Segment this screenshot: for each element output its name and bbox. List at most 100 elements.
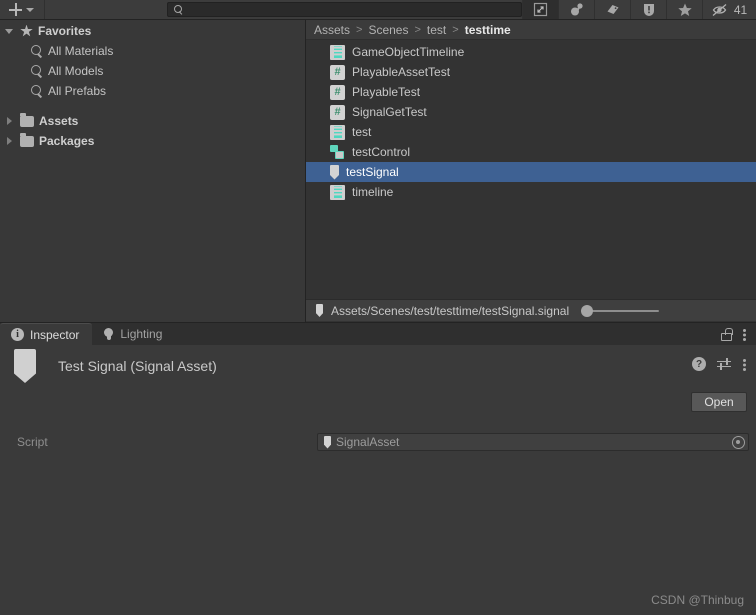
breadcrumb-item-testtime[interactable]: testtime <box>465 23 511 37</box>
twirl-closed-icon[interactable] <box>4 136 15 147</box>
list-item[interactable]: testControl <box>306 142 756 162</box>
csharp-script-icon: # <box>330 64 345 80</box>
open-button-row: Open <box>0 387 756 417</box>
breadcrumb-item-scenes[interactable]: Scenes <box>368 23 408 37</box>
search-icon <box>30 64 43 78</box>
project-tree-pane: Favorites All Materials All Models All P… <box>0 20 305 322</box>
breadcrumb-separator: > <box>452 23 459 36</box>
hidden-items-count: 41 <box>733 2 748 17</box>
list-item[interactable]: test <box>306 122 756 142</box>
tree-item-label: Packages <box>39 134 95 148</box>
lock-icon[interactable] <box>721 327 733 341</box>
tab-lighting[interactable]: Lighting <box>92 323 175 345</box>
star-icon <box>20 24 33 37</box>
tag-icon[interactable] <box>594 0 630 19</box>
project-tree: Favorites All Materials All Models All P… <box>0 20 305 151</box>
search-field[interactable] <box>166 2 522 17</box>
project-window: 41 Favorites All Materials All Models Al… <box>0 0 756 322</box>
breadcrumb: Assets > Scenes > test > testtime <box>306 20 756 40</box>
script-field-row: Script SignalAsset <box>0 428 756 456</box>
toolbar-right-actions: 41 <box>522 0 756 19</box>
script-object-value: SignalAsset <box>336 435 400 449</box>
slider-knob[interactable] <box>581 304 594 317</box>
tree-item-all-prefabs[interactable]: All Prefabs <box>0 81 305 101</box>
script-field-label: Script <box>17 435 48 449</box>
watermark: CSDN @Thinbug <box>651 593 744 607</box>
tab-label: Lighting <box>120 327 163 341</box>
list-item-label: testControl <box>352 145 411 159</box>
thumbnail-zoom-slider[interactable] <box>581 304 660 317</box>
search-input[interactable] <box>187 3 521 16</box>
plus-icon <box>9 3 23 16</box>
tree-item-label: Favorites <box>38 24 92 38</box>
breadcrumb-item-test[interactable]: test <box>427 23 446 37</box>
breadcrumb-separator: > <box>414 23 421 36</box>
help-icon[interactable]: ? <box>692 357 706 371</box>
timeline-asset-icon <box>330 44 345 60</box>
tree-item-all-materials[interactable]: All Materials <box>0 41 305 61</box>
tab-inspector[interactable]: i Inspector <box>0 323 93 345</box>
open-button[interactable]: Open <box>691 392 747 412</box>
list-item[interactable]: GameObjectTimeline <box>306 42 756 62</box>
list-item-label: PlayableTest <box>352 85 421 99</box>
info-icon: i <box>11 328 24 341</box>
selected-asset-path: Assets/Scenes/test/testtime/testSignal.s… <box>331 303 570 318</box>
list-item-label: testSignal <box>346 165 399 179</box>
project-content-pane: Assets > Scenes > test > testtime GameOb… <box>306 20 756 322</box>
breadcrumb-item-assets[interactable]: Assets <box>314 23 350 37</box>
script-object-field[interactable]: SignalAsset <box>317 433 749 451</box>
favorite-star-icon[interactable] <box>666 0 702 19</box>
list-item-selected[interactable]: testSignal <box>306 162 756 182</box>
unity-editor-window: 41 Favorites All Materials All Models Al… <box>0 0 756 615</box>
list-item-label: PlayableAssetTest <box>352 65 451 79</box>
asset-list: GameObjectTimeline # PlayableAssetTest #… <box>306 40 756 202</box>
lightbulb-icon <box>103 327 114 341</box>
slider-track <box>589 310 660 312</box>
tree-item-all-models[interactable]: All Models <box>0 61 305 81</box>
signal-asset-icon <box>330 164 339 180</box>
list-item-label: GameObjectTimeline <box>352 45 465 59</box>
signal-asset-icon <box>316 304 323 317</box>
tree-item-label: All Materials <box>48 44 114 58</box>
control-track-icon <box>330 144 345 160</box>
inspector-window: i Inspector Lighting Test Signal (Signal… <box>0 322 756 615</box>
tree-gap <box>0 101 305 111</box>
hidden-items-toggle[interactable]: 41 <box>702 0 756 19</box>
list-item[interactable]: # PlayableTest <box>306 82 756 102</box>
inspector-header-actions: ? <box>692 357 746 371</box>
timeline-asset-icon <box>330 184 345 200</box>
list-item[interactable]: # SignalGetTest <box>306 102 756 122</box>
search-icon <box>30 84 43 98</box>
list-item-label: timeline <box>352 185 394 199</box>
list-item-label: SignalGetTest <box>352 105 427 119</box>
more-options-icon[interactable] <box>742 327 746 341</box>
tree-item-assets[interactable]: Assets <box>0 111 305 131</box>
list-item[interactable]: timeline <box>306 182 756 202</box>
tab-label: Inspector <box>30 327 80 342</box>
timeline-asset-icon <box>330 124 345 140</box>
error-icon[interactable] <box>630 0 666 19</box>
tree-item-label: Assets <box>39 114 79 128</box>
twirl-open-icon[interactable] <box>4 26 15 37</box>
project-status-bar: Assets/Scenes/test/testtime/testSignal.s… <box>306 299 756 321</box>
inspector-header: Test Signal (Signal Asset) ? <box>0 345 756 387</box>
account-icon[interactable] <box>558 0 594 19</box>
twirl-closed-icon[interactable] <box>4 116 15 127</box>
signal-asset-icon <box>324 435 331 449</box>
csharp-script-icon: # <box>330 104 345 120</box>
tree-item-favorites[interactable]: Favorites <box>0 21 305 41</box>
tree-item-label: All Prefabs <box>48 84 107 98</box>
preset-icon[interactable] <box>717 357 731 371</box>
layout-expand-icon[interactable] <box>522 0 558 19</box>
search-icon <box>173 5 183 14</box>
signal-asset-icon <box>14 349 36 383</box>
chevron-down-icon <box>26 7 35 12</box>
inspector-tabbar: i Inspector Lighting <box>0 323 756 345</box>
more-options-icon[interactable] <box>742 357 746 371</box>
list-item[interactable]: # PlayableAssetTest <box>306 62 756 82</box>
object-picker-icon[interactable] <box>732 435 745 449</box>
create-asset-button[interactable] <box>0 0 45 19</box>
folder-icon <box>20 132 34 147</box>
tree-item-packages[interactable]: Packages <box>0 131 305 151</box>
